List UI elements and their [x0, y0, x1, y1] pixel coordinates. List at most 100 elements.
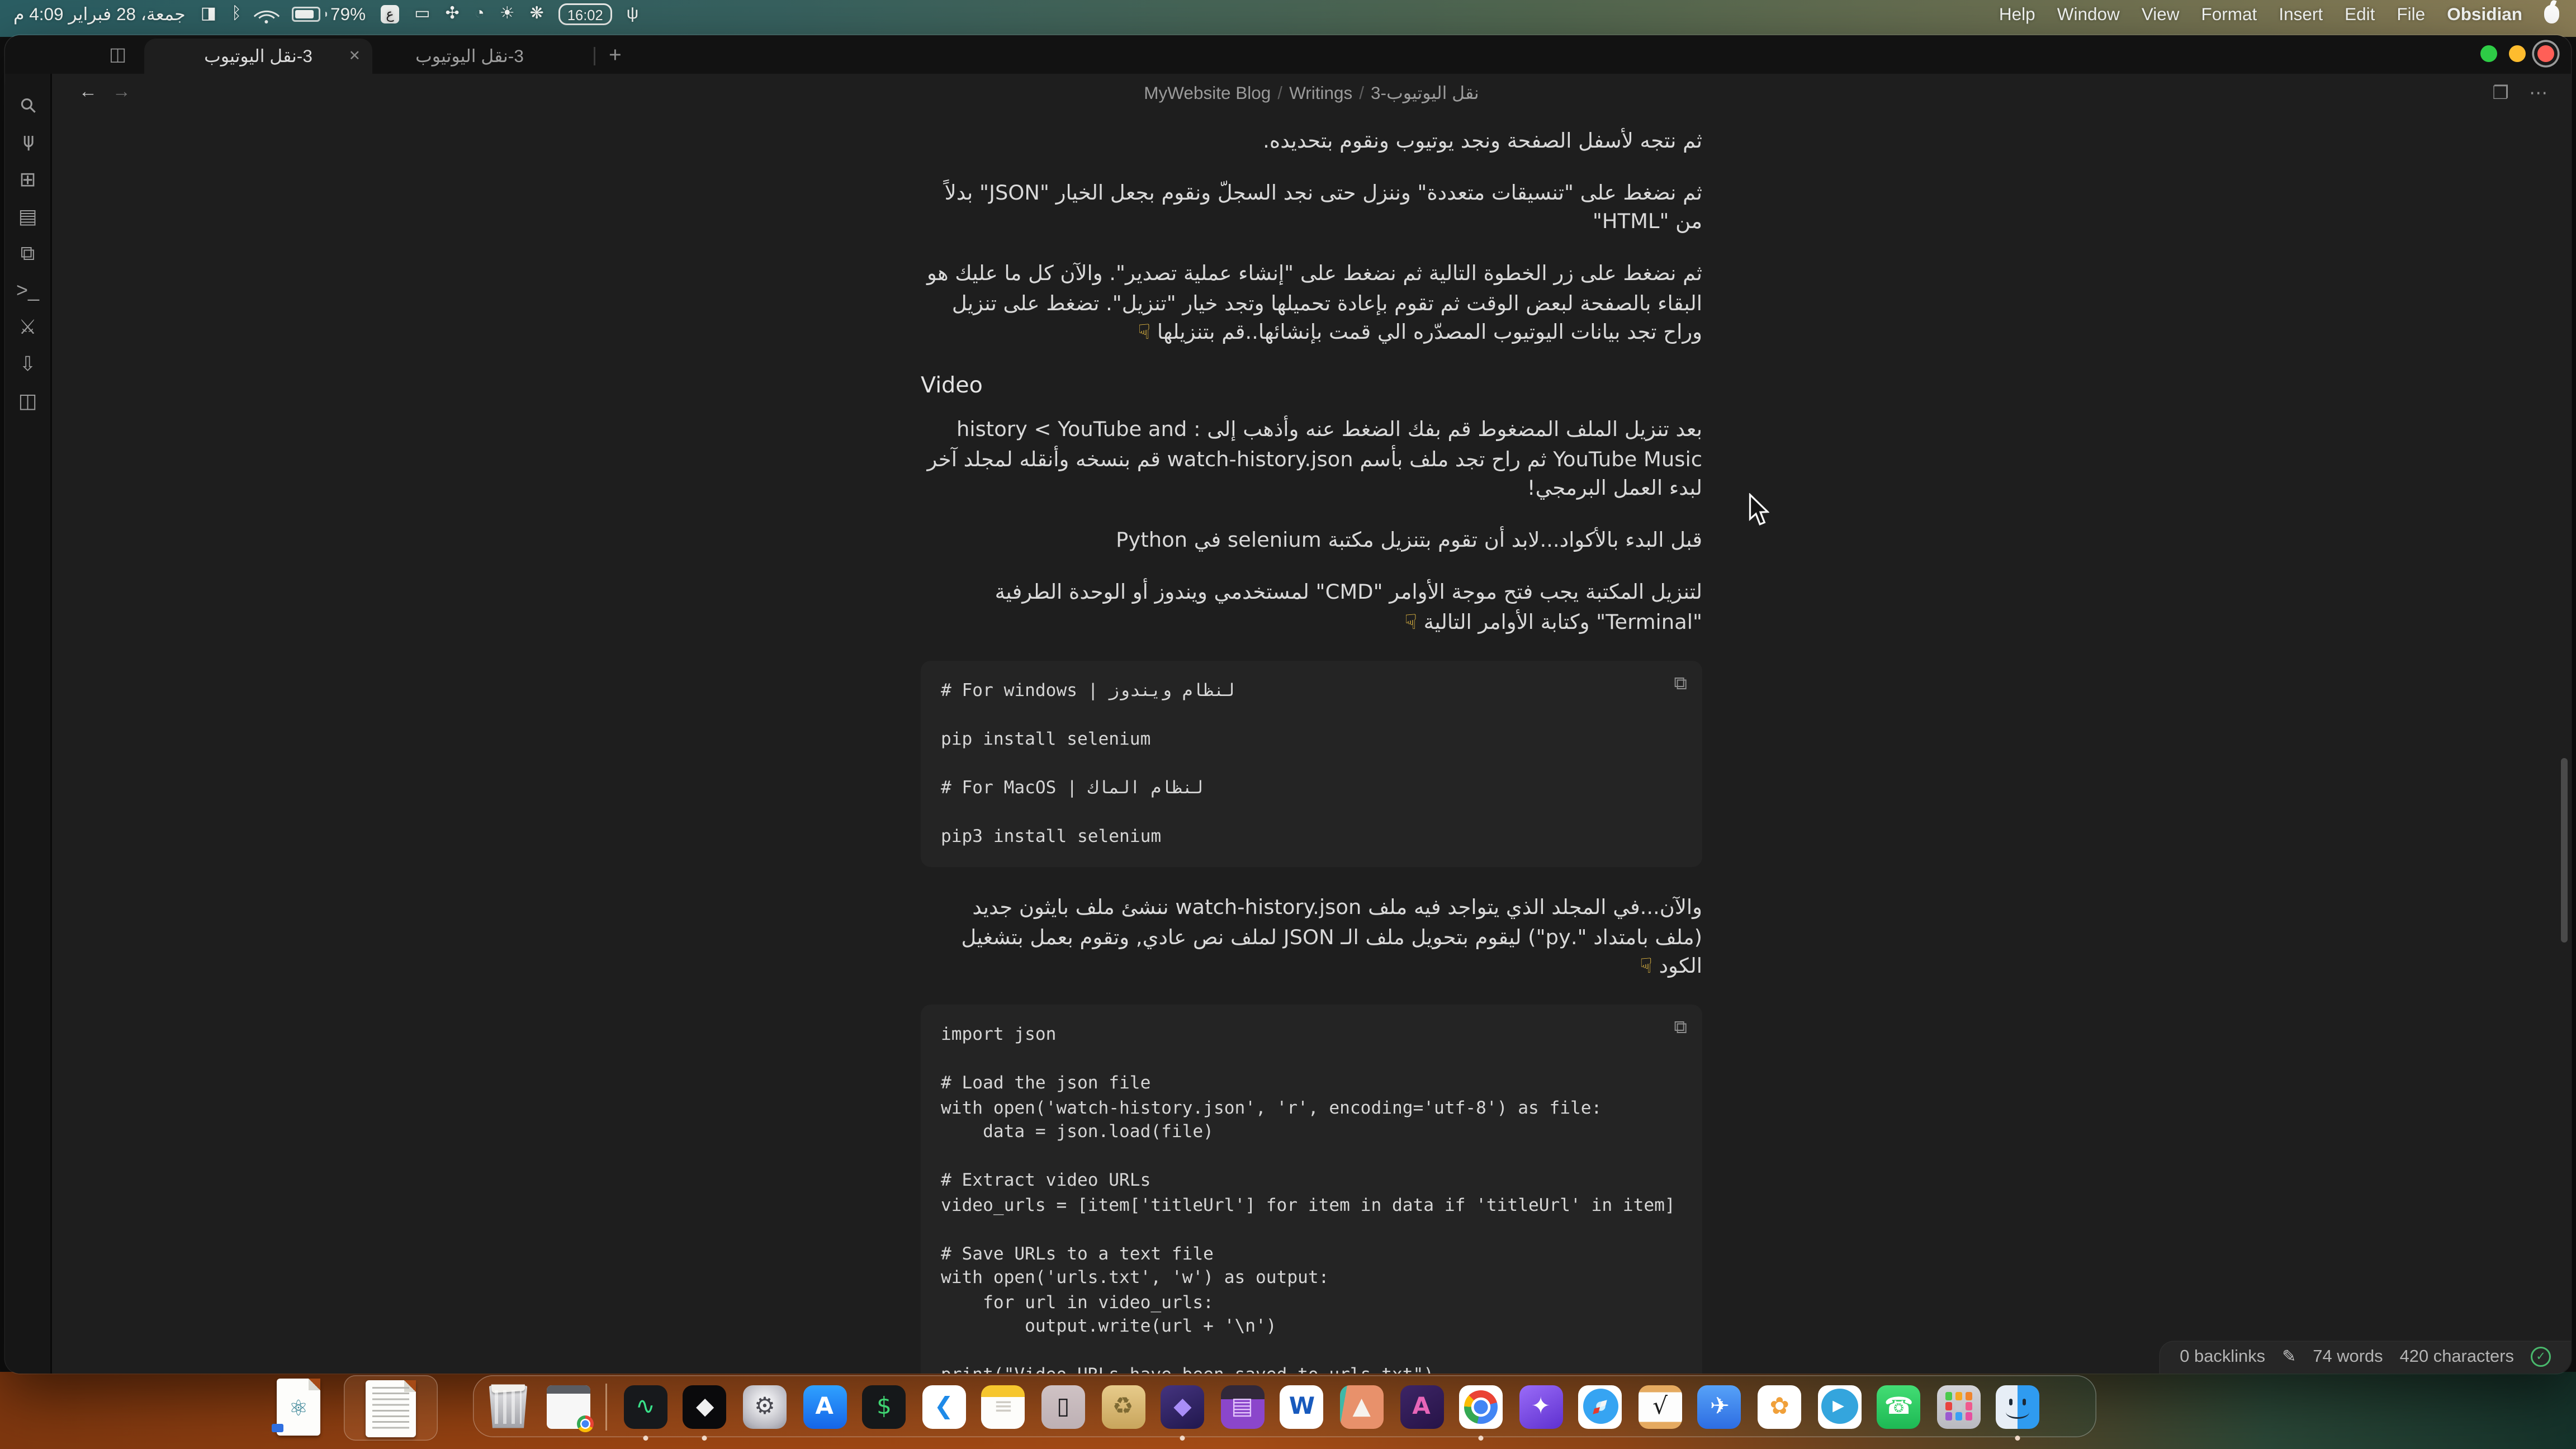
breadcrumb-part[interactable]: MyWebsite Blog	[1144, 84, 1271, 104]
close-button[interactable]	[2537, 45, 2554, 61]
copy-code-icon[interactable]: ⧉	[1674, 1016, 1687, 1041]
reading-mode-icon[interactable]: ❐	[2492, 82, 2509, 104]
wifi-icon[interactable]	[257, 7, 277, 22]
photos[interactable]: ✿	[1758, 1385, 1801, 1428]
affinity-app[interactable]: A	[1400, 1385, 1443, 1428]
microsoft-word[interactable]: W	[1280, 1385, 1324, 1428]
chatgpt-icon[interactable]: ❋	[530, 6, 544, 23]
new-tab-button[interactable]: +	[609, 41, 622, 67]
launchpad[interactable]	[1937, 1385, 1981, 1428]
system-settings[interactable]: ⚙	[743, 1385, 787, 1428]
breadcrumb-separator: /	[1277, 84, 1282, 104]
finder[interactable]	[1996, 1385, 2040, 1428]
running-indicator	[703, 1435, 708, 1440]
edit-mode-icon[interactable]: ✎	[2282, 1348, 2296, 1366]
whatsapp[interactable]: ☎	[1877, 1385, 1921, 1428]
dock: ∿ ◆ ⚙ A $ ❮ ≡ ▯ ♻ ◆ ▤ W ▲ A ✦ √ ✈ ✿ ▶ ☎	[473, 1375, 2096, 1437]
iphone-mirroring[interactable]: ▯	[1041, 1385, 1085, 1428]
chrome-logo-icon	[1464, 1390, 1498, 1423]
minimized-chrome-window[interactable]	[546, 1385, 590, 1428]
daily-note-icon[interactable]: ▤	[16, 205, 40, 228]
tab-1[interactable]: 3-نقل اليوتيوب✕	[144, 39, 372, 74]
importer-icon[interactable]: ⇩	[16, 352, 40, 376]
breadcrumb-part[interactable]: Writings	[1289, 84, 1352, 104]
breadcrumb-part[interactable]: 3-نقل اليوتيوب	[1371, 84, 1479, 104]
time-widget[interactable]: 16:02	[559, 3, 612, 25]
app-glyph: ▯	[1057, 1395, 1069, 1418]
warp-terminal[interactable]: ▲	[1340, 1385, 1384, 1428]
sidebar-toggle-icon[interactable]: ◫	[109, 43, 126, 65]
tab-close-icon[interactable]: ✕	[349, 47, 361, 65]
app-glyph: A	[815, 1395, 834, 1418]
running-indicator	[1180, 1435, 1185, 1440]
menu-bar-clock[interactable]: جمعة، 28 فبراير 4:09 م	[13, 4, 186, 25]
quick-switcher-icon[interactable]: ⚲	[11, 89, 44, 122]
mouse-cursor	[1748, 493, 1769, 527]
code-block: import json # Load the json file with op…	[921, 1005, 1702, 1372]
trash-full[interactable]	[486, 1385, 530, 1428]
dropover-icon[interactable]: ψ	[627, 6, 638, 23]
menu-edit[interactable]: Edit	[2345, 4, 2375, 25]
google-chrome[interactable]	[1459, 1385, 1503, 1428]
siri-intelligence[interactable]: ✦	[1519, 1385, 1562, 1428]
paragraph: ثم نضغط على "تنسيقات متعددة" وننزل حتى ن…	[921, 179, 1702, 238]
app-glyph: ◆	[1173, 1395, 1191, 1418]
code-text: import json # Load the json file with op…	[941, 1025, 1675, 1372]
canvas-icon[interactable]: ⊞	[16, 168, 40, 191]
kanban-icon[interactable]: ◫	[16, 389, 40, 413]
scrollbar-thumb[interactable]	[2561, 758, 2568, 943]
copy-code-icon[interactable]: ⧉	[1674, 672, 1687, 697]
input-source-icon[interactable]: ع	[381, 5, 399, 23]
menu-view[interactable]: View	[2142, 4, 2180, 25]
sync-status-icon[interactable]: ✓	[2531, 1347, 2551, 1367]
menu-help[interactable]: Help	[1999, 4, 2035, 25]
apple-logo-icon[interactable]	[2544, 6, 2559, 23]
mathpad[interactable]: √	[1639, 1385, 1682, 1428]
breadcrumb-separator: /	[1359, 84, 1364, 104]
screen-mirroring-icon[interactable]: ▭	[414, 6, 430, 23]
graph-view-icon[interactable]: ⋔	[16, 131, 40, 154]
fan-icon[interactable]: ✣	[445, 6, 459, 23]
menu-file[interactable]: File	[2397, 4, 2425, 25]
activity-monitor[interactable]: ∿	[623, 1385, 667, 1428]
minimize-button[interactable]	[2509, 45, 2526, 61]
paragraph: ثم نتجه لأسفل الصفحة ونجد يوتيوب ونقوم ب…	[921, 127, 1702, 157]
menu-insert[interactable]: Insert	[2279, 4, 2323, 25]
display-brightness-icon[interactable]: ☀	[500, 6, 515, 23]
view-header: ← → MyWebsite Blog/Writings/3-نقل اليوتي…	[52, 74, 2571, 116]
terminal-icon[interactable]: >_	[16, 278, 40, 302]
app-store[interactable]: A	[803, 1385, 846, 1428]
tab-bar: ◫ 3-نقل اليوتيوب✕3-نقل اليوتيوب +	[5, 35, 2571, 74]
menu-window[interactable]: Window	[2057, 4, 2120, 25]
note-body: ثم نتجه لأسفل الصفحة ونجد يوتيوب ونقوم ب…	[921, 116, 1702, 1373]
telegram[interactable]: ▶	[1817, 1385, 1861, 1428]
menu-format[interactable]: Format	[2201, 4, 2257, 25]
breadcrumb: MyWebsite Blog / Writings / 3-نقل اليوتيوب	[52, 84, 2571, 104]
appcleaner[interactable]: ♻	[1101, 1385, 1145, 1428]
safari[interactable]	[1579, 1385, 1622, 1428]
running-indicator	[2016, 1435, 2021, 1440]
spark-mail[interactable]: ✈	[1698, 1385, 1741, 1428]
vscode[interactable]: ❮	[922, 1385, 965, 1428]
tab-2[interactable]: 3-نقل اليوتيوب	[377, 39, 562, 74]
sword-mode-icon[interactable]: ⚔	[16, 315, 40, 339]
bluetooth-icon[interactable]: ᛒ	[231, 6, 242, 23]
app-menu-obsidian[interactable]: Obsidian	[2447, 4, 2522, 25]
obsidian-window: ◫ 3-نقل اليوتيوب✕3-نقل اليوتيوب + ⚲⋔⊞▤⧉>…	[5, 35, 2571, 1373]
terminal[interactable]: $	[862, 1385, 906, 1428]
text-document-file[interactable]	[366, 1380, 416, 1437]
paragraph: والآن...في المجلد الذي يتواجد فيه ملف wa…	[921, 894, 1702, 982]
notes[interactable]: ≡	[982, 1385, 1025, 1428]
app-glyph: ≡	[993, 1395, 1013, 1418]
react-script-file[interactable]: ⚛	[277, 1379, 320, 1436]
battery-icon[interactable]: 79%	[292, 4, 366, 25]
control-center-icon[interactable]: ◨	[201, 6, 216, 23]
templates-icon[interactable]: ⧉	[16, 242, 40, 265]
shapr3d[interactable]: ◆	[683, 1385, 727, 1428]
more-options-icon[interactable]: ⋯	[2529, 82, 2547, 104]
zoom-button[interactable]	[2480, 45, 2497, 61]
obsidian[interactable]: ◆	[1161, 1385, 1204, 1428]
planner-app[interactable]: ▤	[1220, 1385, 1264, 1428]
backlinks-count[interactable]: 0 backlinks	[2180, 1348, 2265, 1366]
focus-clock-icon[interactable]: ◔	[475, 6, 485, 23]
